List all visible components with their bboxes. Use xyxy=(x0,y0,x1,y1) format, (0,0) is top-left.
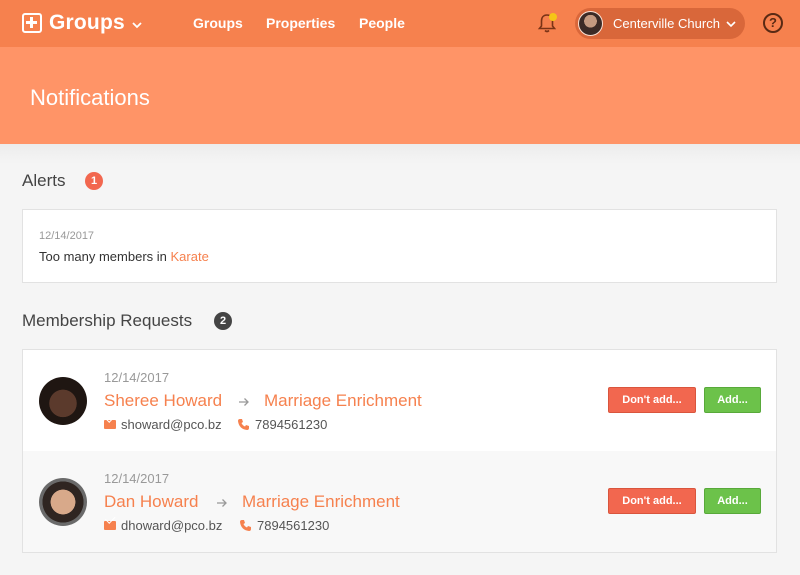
add-button[interactable]: Add... xyxy=(704,387,761,413)
requester-email[interactable]: dhoward@pco.bz xyxy=(104,518,222,533)
avatar xyxy=(39,377,87,425)
dont-add-button[interactable]: Don't add... xyxy=(608,387,696,413)
list-item: 12/14/2017 Sheree Howard Marriage Enrich… xyxy=(23,350,776,451)
phone-text: 7894561230 xyxy=(257,518,330,533)
requester-phone[interactable]: 7894561230 xyxy=(237,417,327,432)
requester-email[interactable]: showard@pco.bz xyxy=(104,417,222,432)
chevron-down-icon xyxy=(726,21,736,28)
list-item: 12/14/2017 Dan Howard Marriage Enrichmen… xyxy=(23,451,776,552)
page-title: Notifications xyxy=(30,85,150,110)
phone-icon xyxy=(238,419,249,430)
nav-people[interactable]: People xyxy=(359,15,405,31)
group-name-link[interactable]: Marriage Enrichment xyxy=(264,391,422,411)
chevron-down-icon xyxy=(132,21,142,28)
page-header: Notifications xyxy=(0,47,800,144)
request-date: 12/14/2017 xyxy=(104,370,170,385)
add-button[interactable]: Add... xyxy=(704,488,761,514)
nav-groups[interactable]: Groups xyxy=(193,15,243,31)
group-name-link[interactable]: Marriage Enrichment xyxy=(242,492,400,512)
requester-name-link[interactable]: Sheree Howard xyxy=(104,391,222,411)
org-switcher[interactable]: Centerville Church xyxy=(575,8,745,39)
alert-card: 12/14/2017 Too many members in Karate xyxy=(22,209,777,283)
requests-count-badge: 2 xyxy=(214,312,232,330)
nav-properties[interactable]: Properties xyxy=(266,15,335,31)
arrow-right-icon xyxy=(217,499,227,507)
phone-icon xyxy=(240,520,251,531)
unread-indicator-dot xyxy=(549,13,557,21)
dont-add-button[interactable]: Don't add... xyxy=(608,488,696,514)
alert-text: Too many members in xyxy=(39,249,171,264)
alerts-heading: Alerts xyxy=(22,171,66,190)
org-name: Centerville Church xyxy=(613,16,720,31)
avatar xyxy=(578,11,603,36)
envelope-icon xyxy=(104,420,116,429)
help-icon[interactable]: ? xyxy=(763,13,783,33)
group-link-karate[interactable]: Karate xyxy=(171,249,209,264)
header-shadow xyxy=(0,144,800,164)
groups-logo-icon xyxy=(22,13,42,33)
avatar xyxy=(39,478,87,526)
brand-name: Groups xyxy=(49,11,125,34)
email-text: showard@pco.bz xyxy=(121,417,222,432)
email-text: dhoward@pco.bz xyxy=(121,518,223,533)
membership-requests-heading: Membership Requests xyxy=(22,311,193,330)
alert-message: Too many members in Karate xyxy=(39,249,209,264)
arrow-right-icon xyxy=(239,398,249,406)
requester-phone[interactable]: 7894561230 xyxy=(239,518,329,533)
alerts-count-badge: 1 xyxy=(85,172,103,190)
envelope-icon xyxy=(104,521,116,530)
request-date: 12/14/2017 xyxy=(104,471,170,486)
phone-text: 7894561230 xyxy=(255,417,328,432)
requests-card: 12/14/2017 Sheree Howard Marriage Enrich… xyxy=(22,349,777,553)
requester-name-link[interactable]: Dan Howard xyxy=(104,492,199,512)
top-navbar: Groups Groups Properties People Centervi… xyxy=(0,0,800,47)
app-switcher[interactable]: Groups xyxy=(22,11,143,34)
alert-date: 12/14/2017 xyxy=(39,230,95,242)
